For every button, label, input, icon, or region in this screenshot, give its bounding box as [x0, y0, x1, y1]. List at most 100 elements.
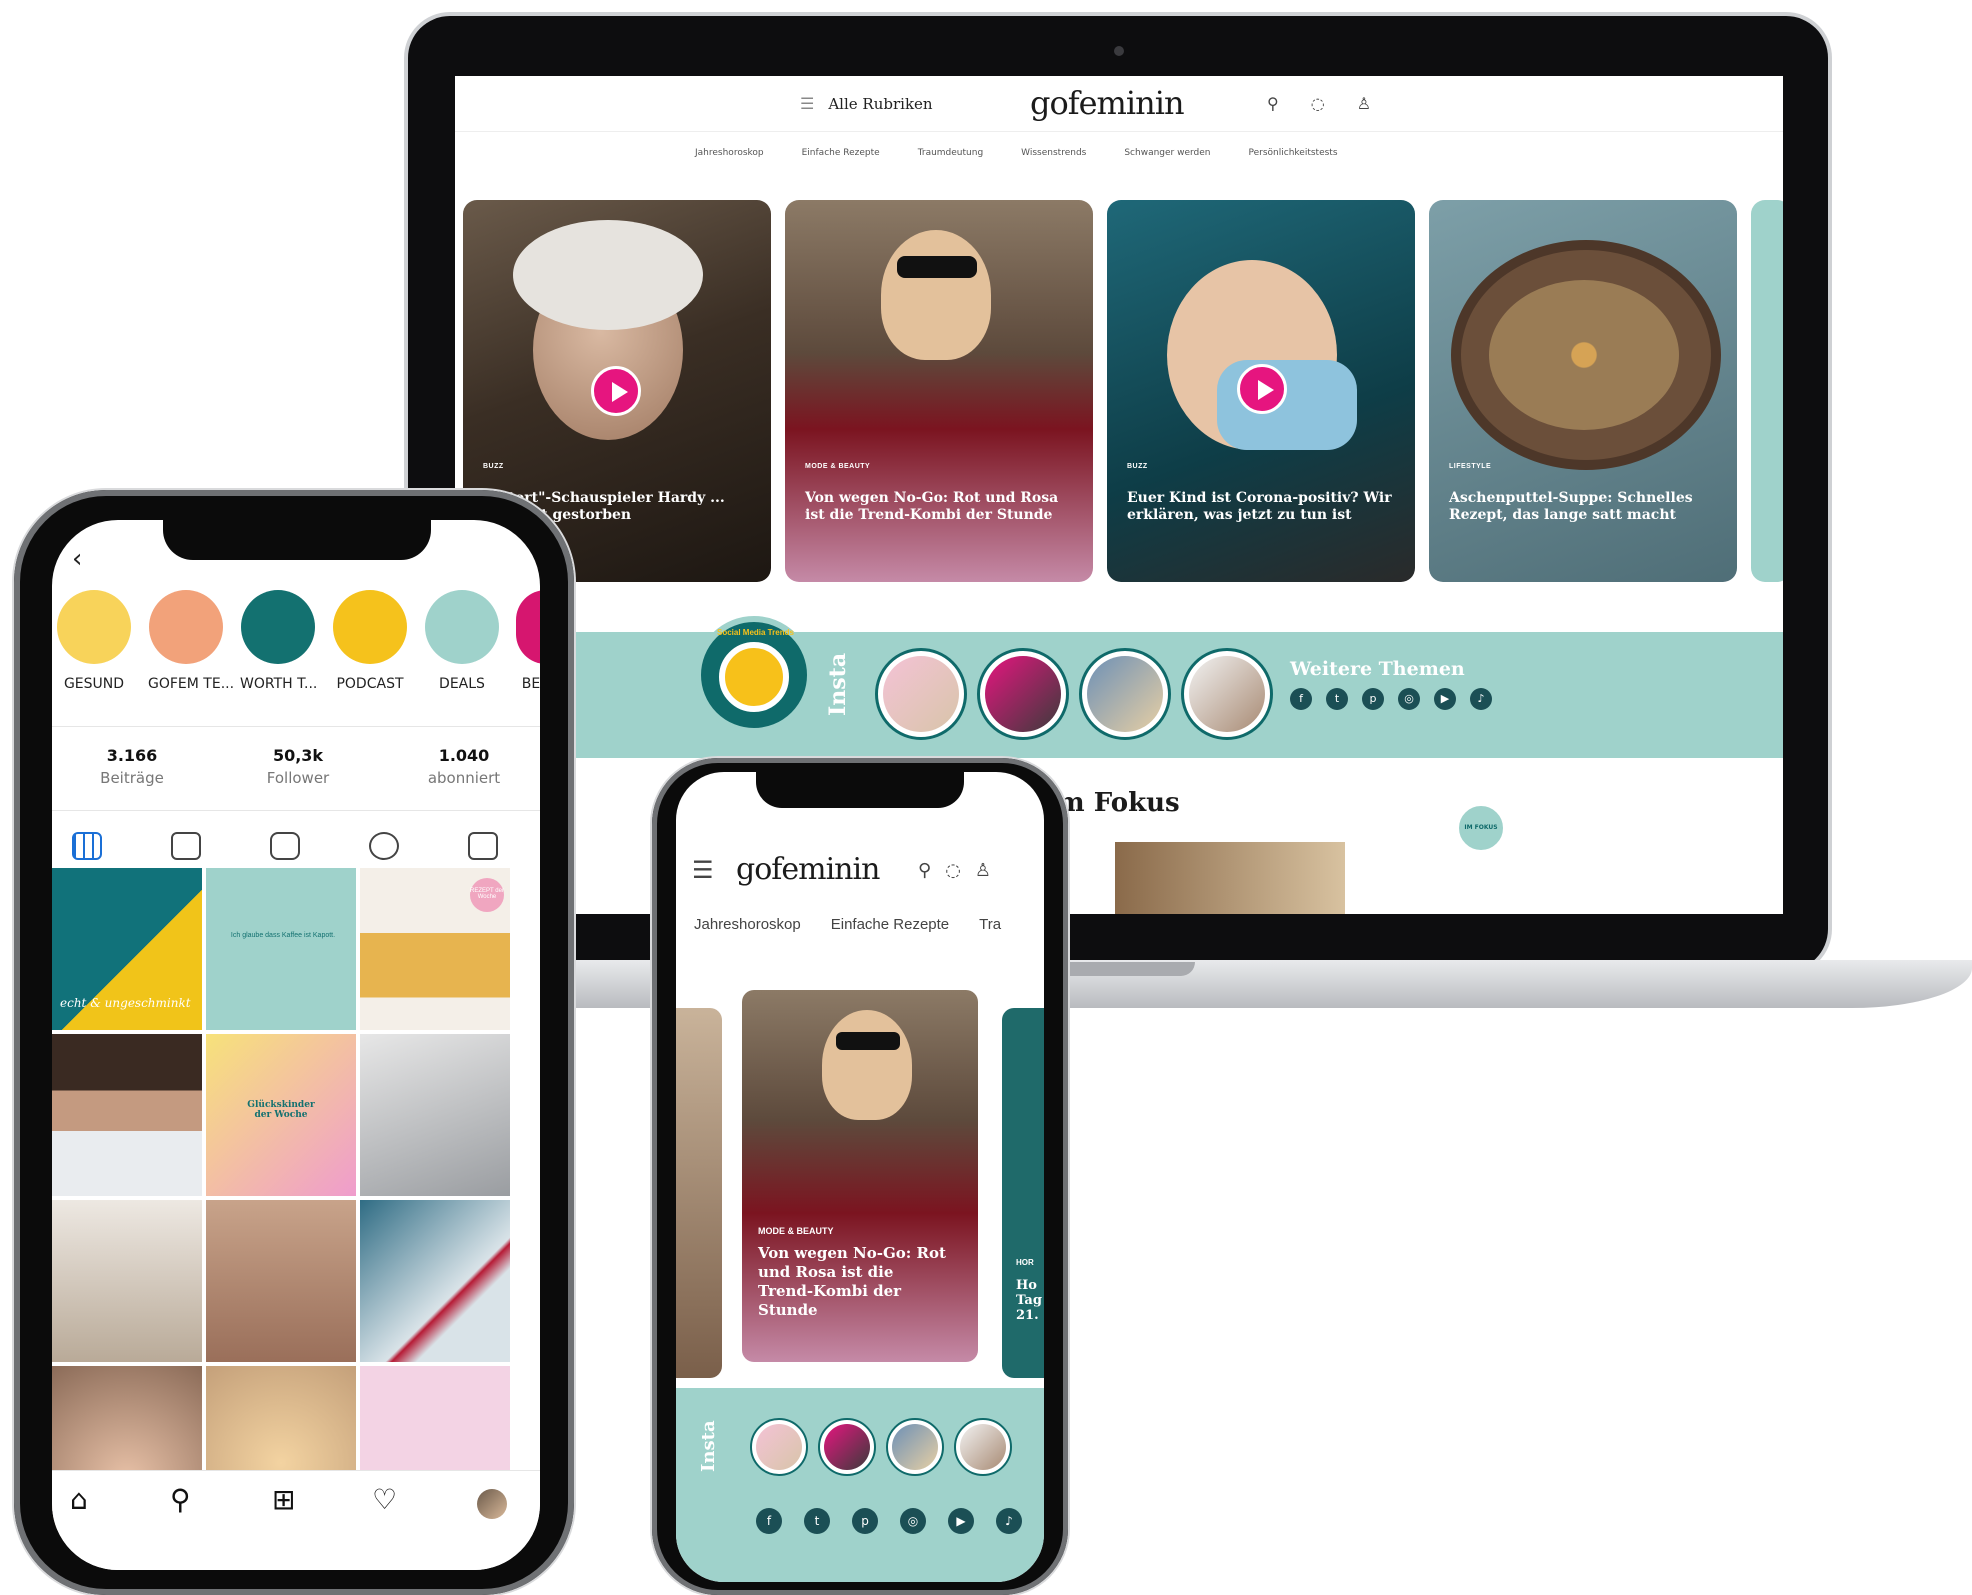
story-circle[interactable] — [750, 1418, 808, 1476]
tiktok-icon[interactable]: ♪ — [1470, 688, 1492, 710]
social-icons: f t p ◎ ▶ ♪ — [1290, 688, 1492, 710]
user-icon[interactable]: ♙ — [975, 860, 991, 881]
article-card[interactable]: MODE & BEAUTY Von wegen No-Go: Rot und R… — [742, 990, 978, 1362]
phone-notch — [756, 772, 964, 808]
nav-item[interactable]: Wissenstrends — [1021, 148, 1086, 158]
highlight-item[interactable]: BE — [516, 590, 540, 692]
highlight-item[interactable]: DEALS — [424, 590, 500, 692]
badge-text: Social Media Trends — [717, 628, 794, 637]
article-card-partial[interactable] — [1751, 200, 1783, 582]
site-logo[interactable]: gofeminin — [1030, 84, 1185, 122]
site-logo[interactable]: gofeminin — [736, 852, 880, 887]
profile-avatar[interactable] — [477, 1489, 507, 1519]
post-tile[interactable] — [52, 1034, 202, 1196]
post-tile[interactable] — [360, 1200, 510, 1362]
youtube-icon[interactable]: ▶ — [948, 1508, 974, 1534]
search-icon[interactable]: ⚲ — [918, 860, 931, 881]
weitere-themen-label[interactable]: Weitere Themen — [1290, 658, 1465, 680]
site-header: ☰ Alle Rubriken gofeminin ⚲ ◌ ♙ — [455, 76, 1783, 132]
highlight-item[interactable]: GOFEM TE... — [148, 590, 235, 692]
play-icon[interactable] — [1237, 364, 1287, 414]
twitter-icon[interactable]: t — [1326, 688, 1348, 710]
user-icon[interactable]: ♙ — [1357, 94, 1371, 113]
facebook-icon[interactable]: f — [1290, 688, 1312, 710]
post-grid: echt & ungeschminkt Ich glaube dass Kaff… — [52, 868, 540, 1528]
post-tile[interactable]: Ich glaube dass Kaffee ist Kapott. — [206, 868, 356, 1030]
insta-label: Insta — [825, 652, 851, 716]
home-icon[interactable]: ⌂ — [70, 1483, 88, 1516]
menu-button[interactable]: ☰ Alle Rubriken — [800, 94, 933, 113]
pinterest-icon[interactable]: p — [1362, 688, 1384, 710]
card-category: BUZZ — [1127, 463, 1148, 470]
post-tile[interactable] — [360, 1034, 510, 1196]
youtube-icon[interactable]: ▶ — [1434, 688, 1456, 710]
feed-icon[interactable] — [171, 832, 201, 860]
nav-item[interactable]: Tra — [979, 916, 1001, 933]
search-icon[interactable]: ⚲ — [1267, 94, 1279, 113]
chat-icon[interactable]: ◌ — [1311, 94, 1325, 113]
bottom-nav: ⌂ ⚲ ⊞ ♡ — [52, 1470, 540, 1570]
tagged-icon[interactable] — [468, 832, 498, 860]
topic-nav: Jahreshoroskop Einfache Rezepte Traumdeu… — [695, 148, 1595, 158]
post-tile[interactable]: echt & ungeschminkt — [52, 868, 202, 1030]
phone-notch — [163, 520, 431, 560]
chat-icon[interactable]: ◌ — [945, 860, 961, 881]
add-post-icon[interactable]: ⊞ — [272, 1483, 295, 1516]
story-circle[interactable] — [875, 648, 967, 740]
social-icons: f t p ◎ ▶ ♪ — [756, 1508, 1022, 1534]
nav-item[interactable]: Persönlichkeitstests — [1249, 148, 1338, 158]
nav-item[interactable]: Jahreshoroskop — [694, 916, 801, 933]
article-card[interactable]: LIFESTYLE Aschenputtel-Suppe: Schnelles … — [1429, 200, 1737, 582]
highlight-item[interactable]: WORTH T... — [240, 590, 318, 692]
stat-followers[interactable]: 50,3k Follower — [228, 746, 368, 787]
card-title: Von wegen No-Go: Rot und Rosa ist die Tr… — [805, 490, 1059, 523]
play-icon[interactable] — [591, 366, 641, 416]
grid-icon[interactable] — [72, 832, 102, 860]
divider — [52, 726, 540, 727]
story-circle[interactable] — [1079, 648, 1171, 740]
article-card-partial[interactable] — [676, 1008, 722, 1378]
post-tile[interactable]: Glückskinder der Woche — [206, 1034, 356, 1196]
post-tile[interactable] — [52, 1200, 202, 1362]
back-icon[interactable]: ‹ — [72, 544, 82, 574]
card-title: Euer Kind ist Corona-positiv? Wir erklär… — [1127, 490, 1392, 523]
reels-icon[interactable] — [270, 832, 300, 860]
nav-item[interactable]: Jahreshoroskop — [695, 148, 764, 158]
heart-icon[interactable]: ♡ — [372, 1483, 397, 1516]
story-circle[interactable] — [886, 1418, 944, 1476]
article-card[interactable]: BUZZ Euer Kind ist Corona-positiv? Wir e… — [1107, 200, 1415, 582]
story-circle[interactable] — [818, 1418, 876, 1476]
sunglasses-graphic — [897, 256, 977, 278]
highlight-label: WORTH T... — [240, 676, 318, 692]
instagram-icon[interactable]: ◎ — [900, 1508, 926, 1534]
search-icon[interactable]: ⚲ — [170, 1483, 191, 1516]
article-card[interactable]: MODE & BEAUTY Von wegen No-Go: Rot und R… — [785, 200, 1093, 582]
highlight-label: GESUND — [63, 676, 125, 692]
highlight-label: GOFEM TE... — [148, 676, 235, 692]
nav-item[interactable]: Schwanger werden — [1124, 148, 1210, 158]
nav-item[interactable]: Traumdeutung — [918, 148, 983, 158]
instagram-icon[interactable]: ◎ — [1398, 688, 1420, 710]
nav-item[interactable]: Einfache Rezepte — [802, 148, 880, 158]
hamburger-icon: ☰ — [800, 94, 815, 113]
card-title: Aschenputtel-Suppe: Schnelles Rezept, da… — [1449, 490, 1693, 523]
tiktok-icon[interactable]: ♪ — [996, 1508, 1022, 1534]
post-tile[interactable] — [206, 1200, 356, 1362]
twitter-icon[interactable]: t — [804, 1508, 830, 1534]
facebook-icon[interactable]: f — [756, 1508, 782, 1534]
highlight-item[interactable]: PODCAST — [332, 590, 408, 692]
highlight-item[interactable]: GESUND — [56, 590, 132, 692]
post-tile[interactable]: REZEPT der Woche — [360, 868, 510, 1030]
nav-item[interactable]: Einfache Rezepte — [831, 916, 949, 933]
pinterest-icon[interactable]: p — [852, 1508, 878, 1534]
story-circle[interactable] — [1181, 648, 1273, 740]
article-card-partial[interactable]: HOR Ho Tag 21. — [1002, 1008, 1044, 1378]
video-icon[interactable] — [369, 832, 399, 860]
highlight-label: BE — [521, 676, 540, 692]
story-circle[interactable] — [954, 1418, 1012, 1476]
hamburger-icon[interactable]: ☰ — [692, 856, 714, 884]
story-circle[interactable] — [977, 648, 1069, 740]
stat-following[interactable]: 1.040 abonniert — [394, 746, 534, 787]
stat-posts[interactable]: 3.166 Beiträge — [62, 746, 202, 787]
fokus-image[interactable] — [1115, 842, 1345, 914]
